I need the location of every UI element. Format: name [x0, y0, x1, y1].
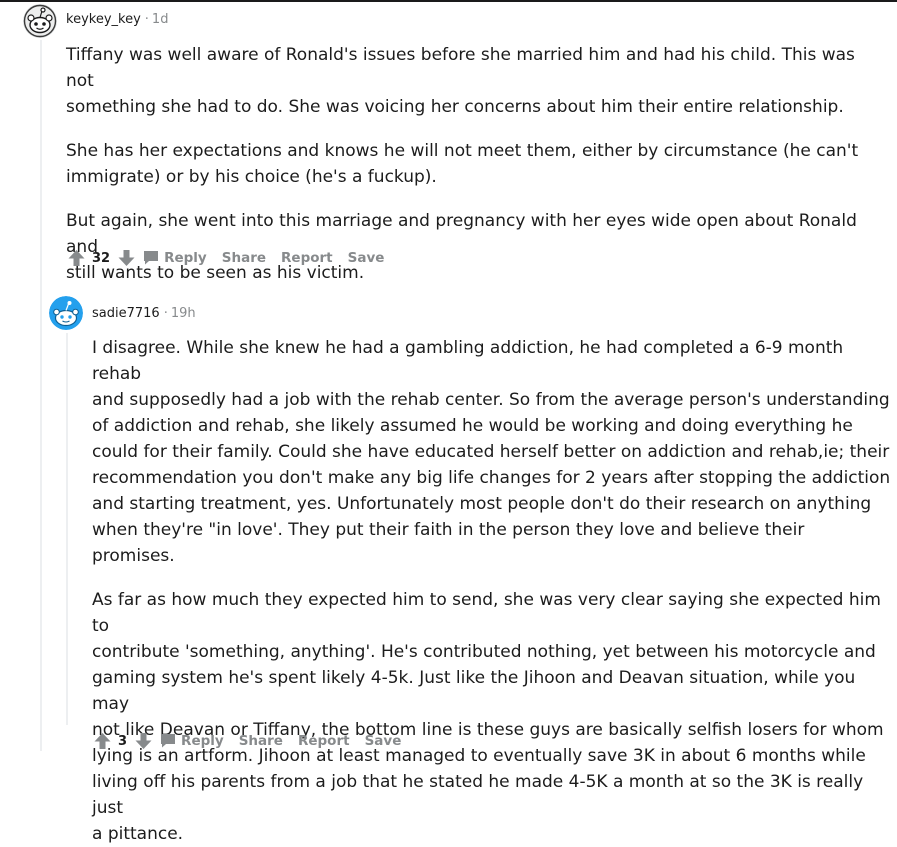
author-name[interactable]: keykey_key	[66, 12, 141, 27]
upvote-arrow-icon[interactable]	[93, 732, 111, 750]
comment-bubble-icon	[160, 733, 176, 749]
reply-label: Reply	[164, 250, 207, 266]
user-avatar-icon[interactable]	[23, 4, 57, 38]
meta-separator: ·	[163, 306, 168, 321]
upvote-arrow-icon[interactable]	[67, 249, 85, 267]
comment-timestamp[interactable]: 19h	[171, 306, 196, 321]
report-button[interactable]: Report	[281, 250, 333, 266]
thread-line-comment-1[interactable]	[40, 40, 42, 751]
comment-meta: sadie7716 · 19h	[92, 304, 196, 324]
comment-paragraph: She has her expectations and knows he wi…	[66, 141, 859, 187]
comment-timestamp[interactable]: 1d	[152, 12, 169, 27]
report-button[interactable]: Report	[298, 733, 350, 749]
save-button[interactable]: Save	[365, 733, 402, 749]
top-border	[0, 0, 897, 2]
vote-score: 3	[118, 733, 128, 749]
meta-separator: ·	[144, 12, 149, 27]
save-button[interactable]: Save	[348, 250, 385, 266]
reply-button[interactable]: Reply	[160, 733, 224, 749]
share-button[interactable]: Share	[239, 733, 283, 749]
author-name[interactable]: sadie7716	[92, 306, 160, 321]
reply-label: Reply	[181, 733, 224, 749]
comment-body: I disagree. While she knew he had a gamb…	[92, 335, 892, 847]
share-button[interactable]: Share	[222, 250, 266, 266]
comment-bubble-icon	[143, 250, 159, 266]
reply-button[interactable]: Reply	[143, 250, 207, 266]
comment-meta: keykey_key · 1d	[66, 10, 168, 30]
downvote-arrow-icon[interactable]	[134, 732, 152, 750]
vote-score: 32	[92, 250, 111, 266]
comment-actions: 32 Reply Share Report Save	[67, 246, 399, 270]
comment-paragraph: Tiffany was well aware of Ronald's issue…	[66, 45, 855, 117]
comment-actions: 3 Reply Share Report Save	[93, 729, 416, 753]
user-avatar-icon[interactable]	[49, 296, 83, 330]
comment-paragraph: I disagree. While she knew he had a gamb…	[92, 338, 891, 566]
downvote-arrow-icon[interactable]	[117, 249, 135, 267]
comment-paragraph: As far as how much they expected him to …	[92, 590, 884, 844]
thread-line-comment-2[interactable]	[66, 333, 68, 725]
